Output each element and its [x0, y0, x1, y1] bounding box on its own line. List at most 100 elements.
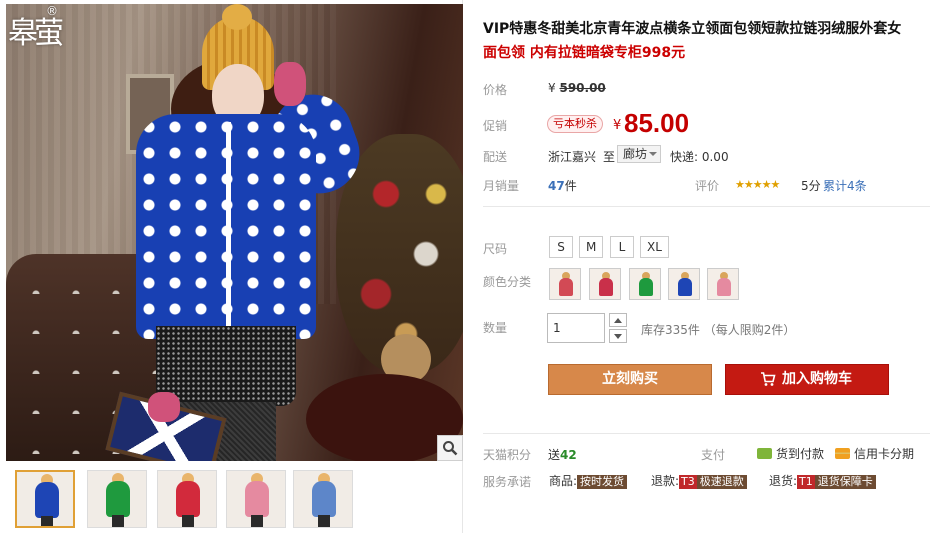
thumbnail-5[interactable] [293, 470, 353, 528]
cash-icon [757, 448, 772, 459]
promise-refund: 退款: T3 极速退款 [651, 472, 747, 489]
promise-refund-code: T3 [679, 475, 697, 489]
main-product-image[interactable] [6, 4, 463, 461]
credit-card-installment[interactable]: 信用卡分期 [835, 445, 914, 462]
color-option-3[interactable] [629, 268, 661, 300]
model-glove [274, 62, 306, 106]
credit-card-label: 信用卡分期 [854, 447, 915, 461]
promise-refund-label: 退款: [651, 474, 680, 488]
color-swatch-figure [678, 278, 692, 296]
color-label: 颜色分类 [483, 275, 532, 289]
thumb-figure-legs [112, 515, 124, 527]
promise-return: 退货: T1 退货保障卡 [769, 472, 876, 489]
monthly-sales-unit: 件 [564, 179, 577, 193]
points-label: 天猫积分 [483, 448, 532, 462]
cash-on-delivery[interactable]: 货到付款 [757, 445, 824, 462]
thumb-figure-legs [41, 516, 53, 526]
quantity-increase-button[interactable] [609, 313, 627, 327]
ship-to-word: 至 [603, 150, 616, 164]
cash-on-delivery-label: 货到付款 [776, 447, 825, 461]
thumbnail-strip [15, 470, 455, 530]
promo-badge: 亏本秒杀 [547, 115, 603, 133]
shopping-cart-icon [761, 372, 776, 386]
promo-price: 85.00 [624, 108, 690, 138]
thumb-figure [312, 481, 336, 517]
thumb-figure [106, 481, 130, 517]
credit-card-icon [835, 448, 850, 459]
shipping-fee: 快递: 0.00 [670, 150, 729, 164]
color-option-1[interactable] [549, 268, 581, 300]
points-value: 送42 [548, 446, 577, 463]
price-label: 价格 [483, 83, 508, 97]
promo-currency-symbol: ¥ [613, 118, 622, 133]
rating-score: 5分 [801, 179, 821, 193]
original-price: ¥ 590.00 [548, 81, 606, 95]
thumb-figure-legs [182, 515, 194, 527]
product-title: VIP特惠冬甜美北京青年波点横条立领面包领短款拉链羽绒服外套女 [483, 21, 902, 37]
divider [483, 433, 930, 434]
buy-now-button[interactable]: 立刻购买 [548, 364, 712, 395]
arrow-down-icon [614, 334, 622, 339]
size-option-m[interactable]: M [579, 236, 604, 258]
destination-value: 廊坊 [623, 147, 648, 161]
thumb-figure [35, 482, 59, 518]
star-rating-icon: ★★★★★ [735, 178, 780, 191]
review-count-link[interactable]: 累计4条 [823, 177, 867, 194]
ship-from: 浙江嘉兴 [548, 150, 597, 164]
rating-label: 评价 [695, 179, 720, 193]
add-to-cart-label: 加入购物车 [782, 371, 852, 387]
color-swatch-figure [639, 278, 653, 296]
color-option-4[interactable] [668, 268, 700, 300]
delivery-label: 配送 [483, 150, 508, 164]
monthly-sales-value: 47 [548, 179, 565, 193]
quantity-label: 数量 [483, 321, 508, 335]
quantity-decrease-button[interactable] [609, 329, 627, 343]
thumbnail-4[interactable] [226, 470, 286, 528]
promo-label: 促销 [483, 119, 508, 133]
chevron-down-icon [649, 152, 657, 156]
size-option-s[interactable]: S [549, 236, 573, 258]
points-amount: 42 [560, 448, 577, 462]
divider [483, 206, 930, 207]
promise-return-label: 退货: [769, 474, 798, 488]
promise-goods: 商品: 按时发货 [549, 472, 628, 489]
points-prefix: 送 [548, 448, 561, 462]
product-gallery: 皋萤 ® [0, 0, 463, 533]
size-option-l[interactable]: L [610, 236, 634, 258]
color-swatch-figure [717, 278, 731, 296]
arrow-up-icon [614, 318, 622, 323]
original-price-amount: 590.00 [559, 81, 606, 95]
jacket-zipper [226, 122, 231, 332]
model-skirt [156, 326, 296, 406]
color-option-2[interactable] [589, 268, 621, 300]
magnifier-icon [443, 441, 458, 456]
promise-goods-label: 商品: [549, 474, 578, 488]
model-glove-left [148, 392, 180, 422]
thumbnail-3[interactable] [157, 470, 217, 528]
quantity-input[interactable] [547, 313, 605, 343]
promise-return-code: T1 [797, 475, 815, 489]
thumbnail-1[interactable] [15, 470, 75, 528]
size-label: 尺码 [483, 242, 508, 256]
thumbnail-2[interactable] [87, 470, 147, 528]
color-option-5[interactable] [707, 268, 739, 300]
currency-symbol: ¥ [548, 81, 556, 95]
promise-return-tag[interactable]: 退货保障卡 [814, 475, 876, 489]
thumb-figure [176, 481, 200, 517]
promise-refund-tag[interactable]: 极速退款 [696, 475, 747, 489]
monthly-sales-label: 月销量 [483, 179, 520, 193]
promise-goods-tag[interactable]: 按时发货 [577, 475, 628, 489]
thumb-figure [245, 481, 269, 517]
service-promise-label: 服务承诺 [483, 475, 532, 489]
hat-pompom [222, 4, 252, 30]
color-swatch-figure [599, 278, 613, 296]
destination-select[interactable]: 廊坊 [617, 145, 661, 163]
payment-label: 支付 [701, 448, 726, 462]
registered-mark: ® [46, 4, 58, 18]
size-option-xl[interactable]: XL [640, 236, 669, 258]
stock-info: 库存335件 （每人限购2件） [641, 323, 796, 337]
product-subtitle: 面包领 内有拉链暗袋专柜998元 [483, 45, 686, 61]
add-to-cart-button[interactable]: 加入购物车 [725, 364, 889, 395]
product-info-panel: VIP特惠冬甜美北京青年波点横条立领面包领短款拉链羽绒服外套女 面包领 内有拉链… [483, 0, 930, 533]
zoom-button[interactable] [437, 435, 463, 461]
